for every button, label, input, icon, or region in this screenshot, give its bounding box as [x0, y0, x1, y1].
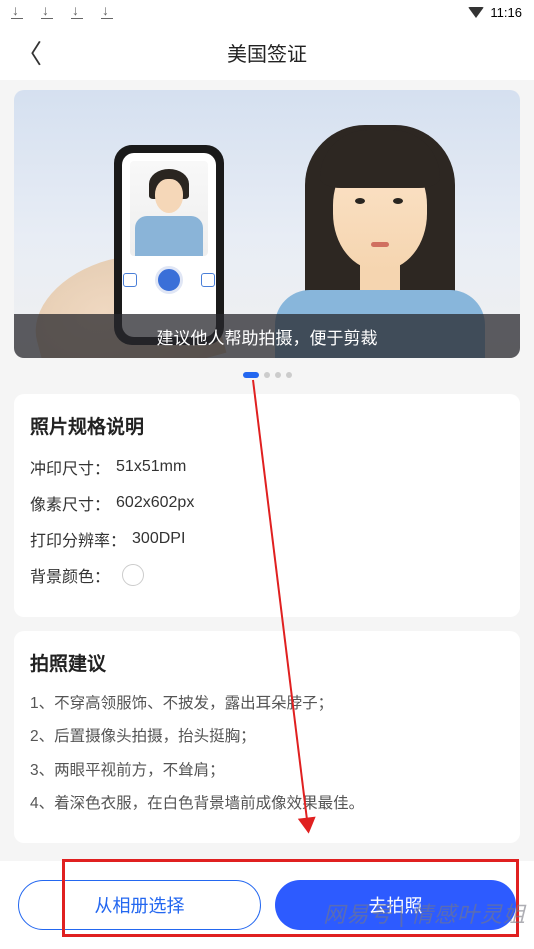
tips-card: 拍照建议 1、不穿高领服饰、不披发，露出耳朵脖子； 2、后置摄像头拍摄，抬头挺胸… [14, 631, 520, 843]
bottom-action-bar: 从相册选择 去拍照 [0, 861, 534, 949]
back-button[interactable]: 〈 [16, 34, 42, 71]
status-right: 11:16 [468, 5, 522, 20]
download-icon [102, 5, 114, 19]
dot-active[interactable] [243, 372, 259, 378]
content-area: 建议他人帮助拍摄，便于剪裁 照片规格说明 冲印尺寸：51x51mm 像素尺寸：6… [0, 80, 534, 867]
spec-pixel-size: 像素尺寸：602x602px [30, 491, 504, 515]
download-icon [72, 5, 84, 19]
tip-item: 1、不穿高领服饰、不披发，露出耳朵脖子； [30, 692, 504, 715]
tip-item: 2、后置摄像头拍摄，抬头挺胸； [30, 725, 504, 748]
tip-item: 3、两眼平视前方，不耸肩； [30, 759, 504, 782]
dot[interactable] [286, 372, 292, 378]
spec-print-size: 冲印尺寸：51x51mm [30, 455, 504, 479]
tips-title: 拍照建议 [30, 649, 504, 676]
spec-bg-color: 背景颜色： [30, 563, 504, 587]
nav-bar: 〈 美国签证 [0, 24, 534, 80]
album-button[interactable]: 从相册选择 [18, 880, 261, 930]
instruction-banner[interactable]: 建议他人帮助拍摄，便于剪裁 [14, 90, 520, 358]
camera-button[interactable]: 去拍照 [275, 880, 516, 930]
spec-dpi: 打印分辨率：300DPI [30, 527, 504, 551]
status-left [12, 5, 114, 19]
status-bar: 11:16 [0, 0, 534, 24]
banner-caption: 建议他人帮助拍摄，便于剪裁 [14, 314, 520, 358]
download-icon [12, 5, 24, 19]
wifi-icon [468, 7, 484, 18]
status-time: 11:16 [490, 5, 522, 20]
color-swatch [122, 564, 144, 586]
specs-card: 照片规格说明 冲印尺寸：51x51mm 像素尺寸：602x602px 打印分辨率… [14, 394, 520, 617]
specs-title: 照片规格说明 [30, 412, 504, 439]
tip-item: 4、着深色衣服，在白色背景墙前成像效果最佳。 [30, 792, 504, 815]
download-icon [42, 5, 54, 19]
dot[interactable] [264, 372, 270, 378]
carousel-dots[interactable] [14, 372, 520, 378]
dot[interactable] [275, 372, 281, 378]
page-title: 美国签证 [227, 38, 307, 67]
